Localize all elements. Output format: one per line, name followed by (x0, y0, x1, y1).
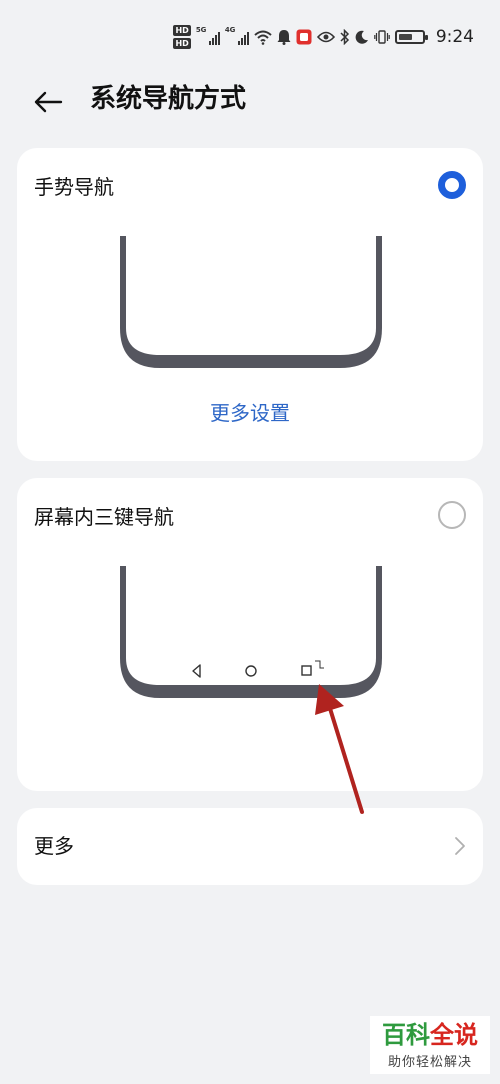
signal-icon-2: 4G (224, 26, 249, 45)
moon-icon (355, 30, 368, 44)
sim-badges: HD HD (173, 25, 191, 49)
battery-icon (394, 30, 428, 44)
status-icons: HD HD 5G 4G 9:24 (173, 22, 474, 52)
eye-icon (316, 31, 335, 43)
status-bar: HD HD 5G 4G 9:24 (0, 0, 500, 76)
watermark-logo: 百科全说 助你轻松解决 (370, 1016, 490, 1074)
watermark-part2: 全说 (430, 1021, 478, 1049)
sim2-network-type: 4G (224, 26, 236, 34)
option-label: 手势导航 (34, 175, 114, 199)
app-icon (296, 29, 312, 45)
recents-key-icon (301, 660, 324, 676)
three-key-navigation-option[interactable]: 屏幕内三键导航 (17, 478, 483, 791)
radio-button-unselected[interactable] (438, 501, 466, 529)
wifi-icon (254, 30, 272, 45)
notification-icon (277, 30, 291, 45)
radio-button-selected[interactable] (438, 171, 466, 199)
back-arrow-icon (34, 91, 63, 113)
sim1-network-type: 5G (195, 26, 207, 34)
header: 系统导航方式 (0, 76, 500, 124)
status-time: 9:24 (435, 27, 474, 47)
back-button[interactable] (28, 82, 68, 122)
sim2-hd-badge: HD (173, 38, 191, 49)
more-row[interactable]: 更多 (17, 808, 483, 885)
watermark-part1: 百科 (382, 1021, 430, 1049)
gesture-navigation-option[interactable]: 手势导航 更多设置 (17, 148, 483, 461)
page-title: 系统导航方式 (90, 84, 247, 114)
chevron-right-icon (455, 837, 465, 855)
home-key-icon (245, 665, 257, 677)
back-key-icon (192, 664, 201, 678)
watermark-title: 百科全说 (370, 1020, 490, 1050)
battery-level (398, 34, 412, 40)
sim1-hd-badge: HD (173, 25, 191, 36)
more-settings-link[interactable]: 更多设置 (17, 400, 483, 426)
three-key-phone-illustration (120, 566, 382, 698)
gesture-phone-illustration (120, 236, 382, 368)
more-label: 更多 (34, 834, 74, 858)
option-label: 屏幕内三键导航 (34, 505, 174, 529)
bluetooth-icon (340, 29, 349, 45)
signal-icon: 5G (195, 26, 220, 45)
vibrate-icon (374, 30, 390, 44)
watermark-tagline: 助你轻松解决 (387, 1055, 472, 1070)
